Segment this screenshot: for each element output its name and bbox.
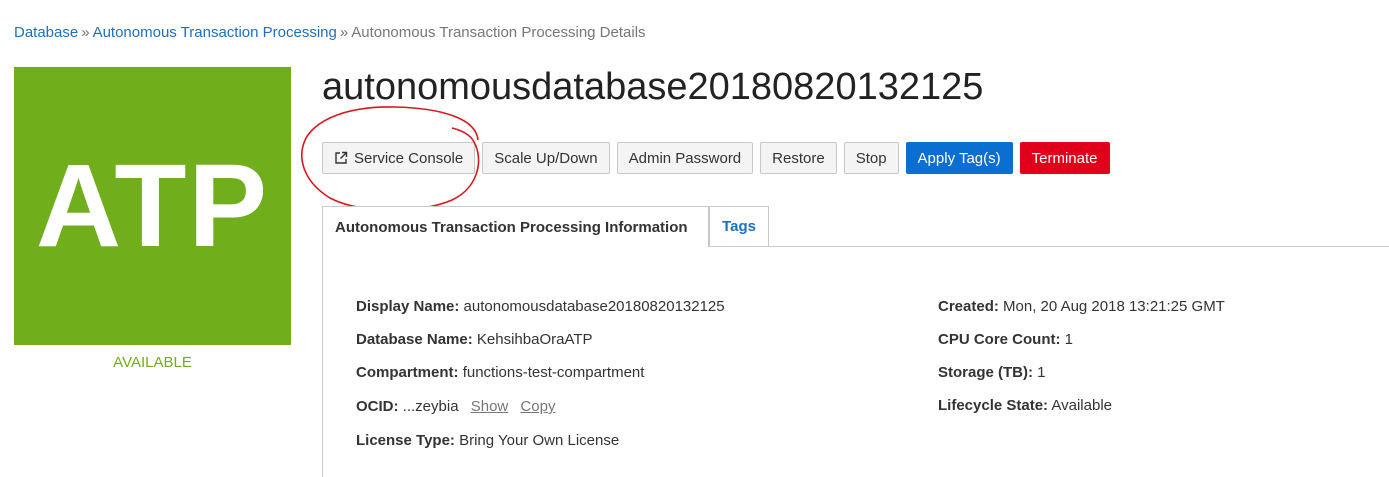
field-compartment: Compartment: functions-test-compartment <box>356 364 644 381</box>
field-created: Created: Mon, 20 Aug 2018 13:21:25 GMT <box>938 298 1225 315</box>
database-name-value: KehsihbaOraATP <box>476 331 593 348</box>
compartment-label: Compartment: <box>356 364 459 381</box>
database-name-label: Database Name: <box>356 331 473 348</box>
field-storage: Storage (TB): 1 <box>938 364 1046 381</box>
ocid-label: OCID: <box>356 398 399 415</box>
tab-tags[interactable]: Tags <box>709 206 769 246</box>
terminate-button[interactable]: Terminate <box>1019 142 1110 174</box>
scale-button[interactable]: Scale Up/Down <box>482 142 610 174</box>
field-license-type: License Type: Bring Your Own License <box>356 432 619 449</box>
tab-atp-information[interactable]: Autonomous Transaction Processing Inform… <box>322 206 709 247</box>
logo-text: ATP <box>35 140 270 272</box>
stop-button[interactable]: Stop <box>843 142 899 174</box>
page-title: autonomousdatabase20180820132125 <box>322 66 984 108</box>
apply-tags-button[interactable]: Apply Tag(s) <box>905 142 1013 174</box>
service-console-label: Service Console <box>354 149 464 167</box>
created-value: Mon, 20 Aug 2018 13:21:25 GMT <box>1003 298 1225 315</box>
display-name-value: autonomousdatabase20180820132125 <box>463 298 725 315</box>
breadcrumb-separator: » <box>81 24 90 41</box>
license-type-label: License Type: <box>356 432 455 449</box>
license-type-value: Bring Your Own License <box>459 432 620 449</box>
service-console-button[interactable]: Service Console <box>322 142 476 174</box>
created-label: Created: <box>938 298 999 315</box>
breadcrumb-current: Autonomous Transaction Processing Detail… <box>351 24 646 41</box>
ocid-show-link[interactable]: Show <box>471 398 509 415</box>
field-cpu-core-count: CPU Core Count: 1 <box>938 331 1073 348</box>
breadcrumb: Database» Autonomous Transaction Processi… <box>14 24 646 41</box>
ocid-value: ...zeybia <box>402 398 459 415</box>
tab-bar: Autonomous Transaction Processing Inform… <box>322 206 1389 247</box>
cpu-core-count-label: CPU Core Count: <box>938 331 1061 348</box>
status-label: AVAILABLE <box>113 354 192 371</box>
field-lifecycle-state: Lifecycle State: Available <box>938 397 1112 414</box>
breadcrumb-separator: » <box>339 24 349 41</box>
compartment-value: functions-test-compartment <box>462 364 645 381</box>
lifecycle-state-value: Available <box>1051 397 1112 414</box>
breadcrumb-link-atp[interactable]: Autonomous Transaction Processing <box>93 24 337 41</box>
breadcrumb-link-database[interactable]: Database <box>14 24 78 41</box>
cpu-core-count-value: 1 <box>1064 331 1074 348</box>
action-bar: Service Console Scale Up/Down Admin Pass… <box>322 142 1110 174</box>
storage-label: Storage (TB): <box>938 364 1033 381</box>
storage-value: 1 <box>1037 364 1046 381</box>
field-ocid: OCID: ...zeybia Show Copy <box>356 398 555 415</box>
admin-password-button[interactable]: Admin Password <box>616 142 754 174</box>
field-database-name: Database Name: KehsihbaOraATP <box>356 331 593 348</box>
field-display-name: Display Name: autonomousdatabase20180820… <box>356 298 725 315</box>
lifecycle-state-label: Lifecycle State: <box>938 397 1049 414</box>
ocid-copy-link[interactable]: Copy <box>520 398 555 415</box>
external-link-icon <box>334 151 348 165</box>
display-name-label: Display Name: <box>356 298 460 315</box>
atp-logo: ATP <box>14 67 291 345</box>
info-panel: Display Name: autonomousdatabase20180820… <box>322 246 1389 477</box>
restore-button[interactable]: Restore <box>760 142 837 174</box>
